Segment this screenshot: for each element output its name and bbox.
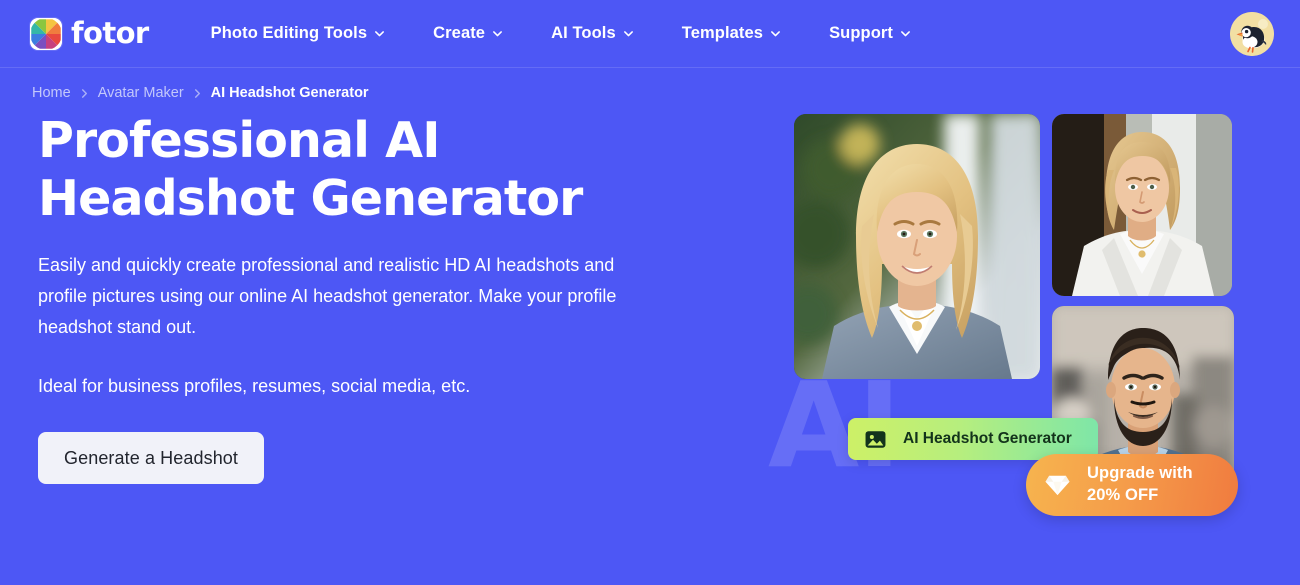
nav-item-create[interactable]: Create (409, 16, 527, 51)
chevron-down-icon (492, 28, 503, 39)
chevron-down-icon (770, 28, 781, 39)
nav-item-ai-tools[interactable]: AI Tools (527, 16, 658, 51)
nav-label: Create (433, 24, 486, 42)
brand-logo-link[interactable]: fotor (30, 16, 149, 50)
fotor-pinwheel-logo-icon (30, 17, 62, 50)
nav-label: Support (829, 24, 893, 42)
upgrade-promo-badge-label: Upgrade with 20% OFF (1087, 463, 1193, 507)
breadcrumb-separator (80, 88, 89, 99)
chevron-down-icon (623, 28, 634, 39)
hero-section: Professional AI Headshot Generator Easil… (0, 104, 1300, 584)
upgrade-line-2: 20% OFF (1087, 486, 1159, 504)
chevron-down-icon (374, 28, 385, 39)
nav-item-support[interactable]: Support (805, 16, 935, 51)
breadcrumb: Home Avatar Maker AI Headshot Generator (0, 68, 1300, 104)
nav-label: Templates (681, 24, 764, 42)
headshot-photo-top-right[interactable] (1052, 114, 1232, 296)
headshot-photo-main[interactable] (794, 114, 1040, 379)
main-navigation: Photo Editing Tools Create AI Tools Temp… (187, 16, 935, 51)
upgrade-line-1: Upgrade with (1087, 464, 1193, 483)
header-right-actions (1230, 11, 1274, 56)
hero-collage: AI AI Headshot Generator Upgrade with 20… (740, 104, 1300, 584)
generate-headshot-button[interactable]: Generate a Headshot (38, 432, 265, 485)
hero-description-secondary: Ideal for business profiles, resumes, so… (38, 376, 471, 397)
image-photo-icon (864, 428, 887, 451)
puffin-bird-avatar-icon[interactable] (1230, 11, 1274, 56)
ai-headshot-generator-badge-label: AI Headshot Generator (903, 430, 1072, 447)
hero-copy-column: Professional AI Headshot Generator Easil… (0, 104, 740, 584)
nav-item-photo-editing-tools[interactable]: Photo Editing Tools (187, 16, 409, 51)
page-title: Professional AI Headshot Generator (38, 112, 583, 227)
breadcrumb-item-avatar-maker[interactable]: Avatar Maker (98, 85, 184, 101)
breadcrumb-item-home[interactable]: Home (32, 85, 71, 101)
nav-item-templates[interactable]: Templates (658, 16, 805, 51)
breadcrumb-item-current: AI Headshot Generator (210, 85, 369, 101)
nav-label: AI Tools (551, 24, 616, 42)
hero-description: Easily and quickly create professional a… (38, 254, 617, 337)
brand-name: fotor (71, 16, 149, 50)
nav-label: Photo Editing Tools (210, 24, 368, 42)
site-header: fotor Photo Editing Tools Create AI Tool… (0, 0, 1300, 68)
diamond-gem-icon (1044, 473, 1071, 497)
breadcrumb-separator (193, 88, 202, 99)
chevron-down-icon (900, 28, 911, 39)
upgrade-promo-badge[interactable]: Upgrade with 20% OFF (1026, 454, 1238, 516)
